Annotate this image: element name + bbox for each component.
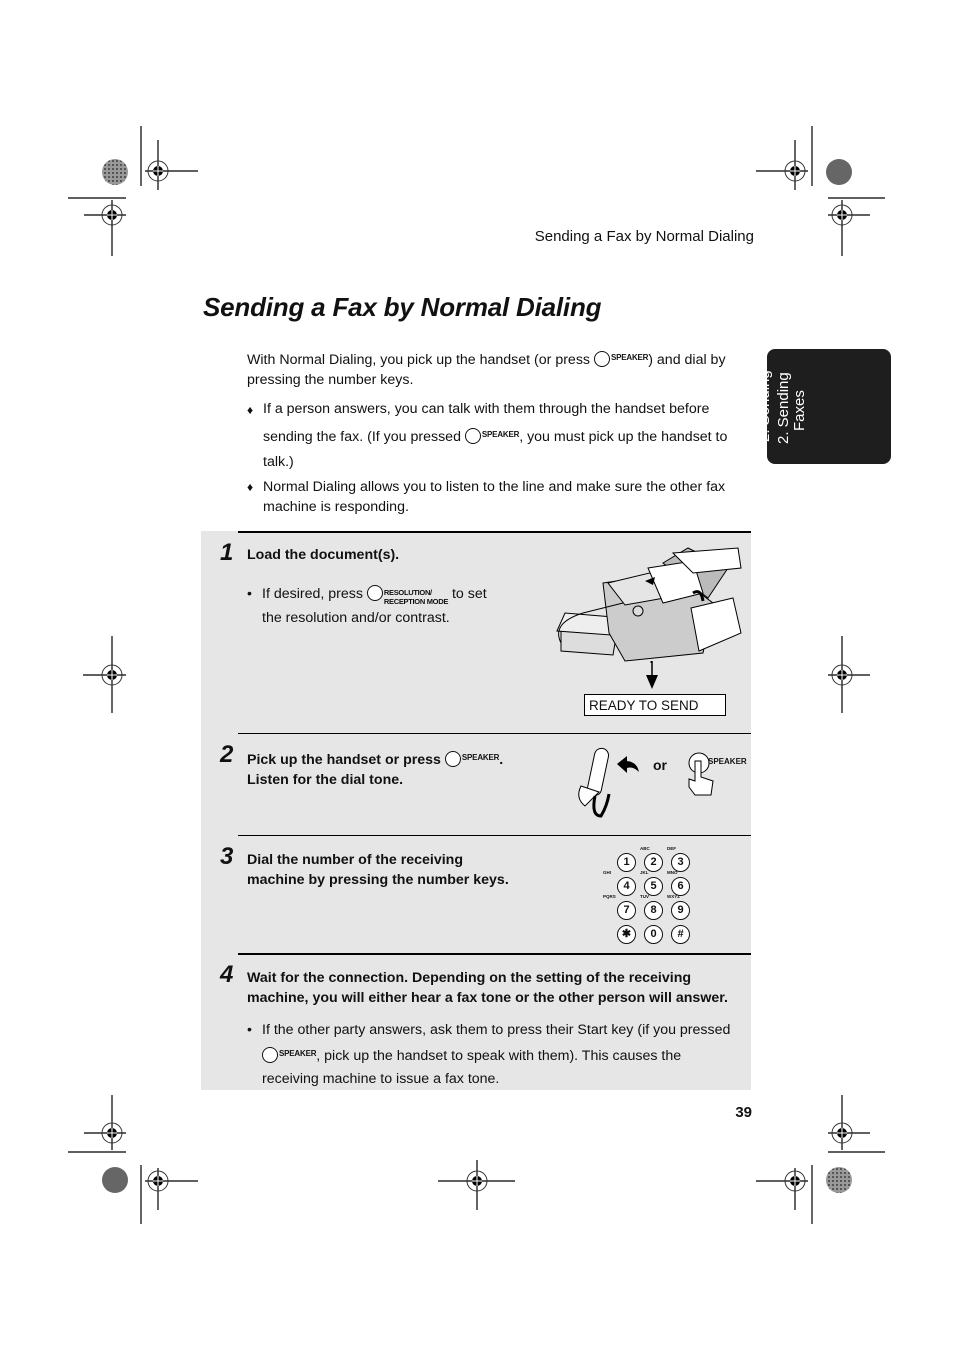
step-4-text: Wait for the connection. Depending on th… [247,968,747,1008]
speaker-button-icon [262,1047,278,1063]
fax-machine-illustration [556,547,742,663]
resolution-button-icon [366,585,383,601]
step-2-line1: Pick up the handset or press [247,752,445,768]
steps-panel: 1 Load the document(s). • If desired, pr… [201,531,751,1090]
step-2-line2: Listen for the dial tone. [247,772,404,788]
step-number: 1 [220,539,234,566]
keypad-key-letters: MNO [667,870,678,875]
keypad-key: 1 [617,853,636,872]
speaker-button-label: SPEAKER [610,353,649,362]
step-divider [238,733,751,734]
step-1-bullet-before: If desired, press [262,586,367,602]
bullet-item: ♦ Normal Dialing allows you to listen to… [247,477,747,517]
speaker-button-label: SPEAKER [279,1049,317,1058]
keypad-key: 4 [617,877,636,896]
step-4-bullet-line1: If the other party answers, ask them to … [262,1022,731,1038]
keypad-key-letters: WXYZ [667,894,680,899]
step-1-text: Load the document(s). [247,547,400,563]
step-4-line1: Wait for the connection. Depending on th… [247,970,692,986]
speaker-illustration-label: SPEAKER [708,757,747,766]
keypad-key: ✱ [617,925,636,944]
step-3-line2: machine by pressing the number keys. [247,872,509,888]
handset-illustration [578,747,639,818]
keypad-key-letters: DEF [667,846,676,851]
step-divider [238,835,751,836]
step-number: 4 [220,961,234,988]
diamond-bullet-icon: ♦ [247,403,254,417]
keypad-key-letters: TUV [640,894,649,899]
chapter-tab-line2-text: Faxes [791,390,808,431]
number-keypad: 1 2 ABC 3 DEF 4 GHI 5 JKL 6 MNO 7 PQRS 8 TUV 9 WXYZ ✱ 0 # [603,845,707,945]
step-divider [238,953,751,955]
step-4-bullet-line2: , pick up the handset to speak with them… [316,1048,682,1064]
chapter-tab-line1-text: 2. Sending [775,372,792,444]
speaker-button-label: SPEAKER [461,753,500,762]
chapter-tab-label: 2. Sending Faxes [775,372,808,444]
step-number: 3 [220,843,234,870]
keypad-key: # [671,925,690,944]
lcd-display: READY TO SEND [584,694,726,716]
step-number: 2 [220,741,234,768]
step-divider [238,531,751,533]
step-3-line1: Dial the number of the receiving [247,852,464,868]
resolution-button-label: RESOLUTION/RECEPTION MODE [383,588,449,606]
speaker-button-icon [593,351,610,367]
speaker-button-label: SPEAKER [481,430,520,439]
step-4-bullet-line3: receiving machine to issue a fax tone. [262,1071,500,1087]
keypad-key-letters: PQRS [603,894,616,899]
arrow-down-icon [646,661,658,689]
bullet-dot-icon: • [247,1022,252,1038]
step-4-line2: machine, you will either hear a fax tone… [247,990,728,1006]
step-2-text: Pick up the handset or press SPEAKER. Li… [247,751,504,788]
step-4-bullet: • If the other party answers, ask them t… [247,1020,747,1091]
step-1-bullet: • If desired, press RESOLUTION/RECEPTION… [247,584,507,630]
keypad-key: 0 [644,925,663,944]
bullet-item: ♦ If a person answers, you can talk with… [247,400,747,475]
keypad-key: 8 [644,901,663,920]
bullet-text: Normal Dialing allows you to listen to t… [263,479,726,515]
bullet-dot-icon: • [247,586,252,602]
step-3-text: Dial the number of the receiving machine… [247,850,509,890]
keypad-key-letters: GHI [603,870,612,875]
intro-text-before: With Normal Dialing, you pick up the han… [247,352,594,368]
speaker-button-icon [464,428,481,444]
speaker-button-icon [444,751,461,767]
or-label: or [653,757,667,773]
running-head: Sending a Fax by Normal Dialing [534,228,754,245]
intro-paragraph: With Normal Dialing, you pick up the han… [247,348,747,390]
keypad-key-letters: JKL [640,870,649,875]
keypad-key: 9 [671,901,690,920]
keypad-key-letters: ABC [640,846,650,851]
page-title: Sending a Fax by Normal Dialing [203,292,602,322]
page-number: 39 [735,1104,752,1121]
keypad-key: 7 [617,901,636,920]
diamond-bullet-icon: ♦ [247,480,254,494]
chapter-tab-line1: 2. Sending [756,370,773,442]
